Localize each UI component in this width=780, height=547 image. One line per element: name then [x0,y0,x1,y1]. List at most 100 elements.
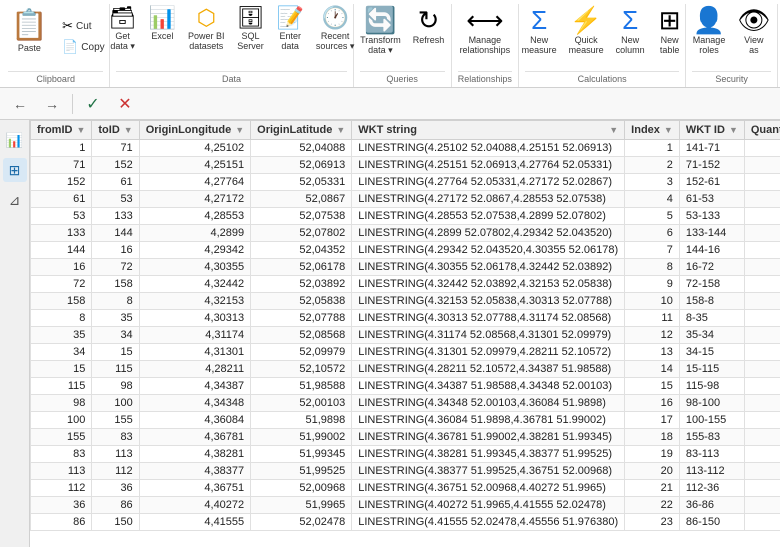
cell-originlatitude: 52,05331 [251,174,352,191]
cell-originlongitude: 4,32442 [139,276,250,293]
back-button[interactable]: ← [8,92,32,116]
cell-quantity: 13 [744,395,780,412]
new-table-button[interactable]: ⊞ Newtable [652,4,688,58]
table-row[interactable]: 1331444,289952,07802LINESTRING(4.2899 52… [31,225,780,242]
cell-toid: 133 [92,208,139,225]
col-lat-sort: ▼ [336,125,345,135]
cell-wktstring: LINESTRING(4.28553 52.07538,4.2899 52.07… [352,208,625,225]
col-toid[interactable]: toID▼ [92,121,139,140]
cell-quantity: 6 [744,361,780,378]
table-row[interactable]: 155834,3678151,99002LINESTRING(4.36781 5… [31,429,780,446]
cell-index: 15 [625,378,680,395]
table-row[interactable]: 151154,2821152,10572LINESTRING(4.28211 5… [31,361,780,378]
cell-wktid: 155-83 [679,429,744,446]
quick-measure-button[interactable]: ⚡ Quickmeasure [564,4,609,58]
table-row[interactable]: 1001554,3608451,9898LINESTRING(4.36084 5… [31,412,780,429]
app-body: 📊 ⊞ ⊿ fromID▼ toID▼ OriginLongitude▼ [0,120,780,547]
col-originlongitude[interactable]: OriginLongitude▼ [139,121,250,140]
sidebar-item-data[interactable]: ⊞ [3,158,27,182]
cell-fromid: 1 [31,140,92,157]
excel-button[interactable]: 📊 Excel [144,4,181,44]
cancel-button[interactable]: ✕ [113,92,137,116]
col-quantity[interactable]: Quantity▼ [744,121,780,140]
cell-wktstring: LINESTRING(4.31174 52.08568,4.31301 52.0… [352,327,625,344]
table-row[interactable]: 35344,3117452,08568LINESTRING(4.31174 52… [31,327,780,344]
cut-button[interactable]: ✂ Cut [58,16,109,36]
cell-originlatitude: 52,04352 [251,242,352,259]
cell-index: 8 [625,259,680,276]
col-wktid[interactable]: WKT ID▼ [679,121,744,140]
paste-button[interactable]: 📋 Paste [3,4,56,69]
sidebar-item-model[interactable]: ⊿ [3,188,27,212]
table-row[interactable]: 711524,2515152,06913LINESTRING(4.25151 5… [31,157,780,174]
sql-server-button[interactable]: 🗄 SQLServer [232,4,270,54]
table-row[interactable]: 1131124,3837751,99525LINESTRING(4.38377 … [31,463,780,480]
col-fromid-label: fromID [37,124,72,136]
table-row[interactable]: 16724,3035552,06178LINESTRING(4.30355 52… [31,259,780,276]
table-row[interactable]: 1714,2510252,04088LINESTRING(4.25102 52.… [31,140,780,157]
manage-roles-button[interactable]: 👤 Manageroles [688,4,731,58]
col-fromid[interactable]: fromID▼ [31,121,92,140]
cell-toid: 72 [92,259,139,276]
cell-originlatitude: 52,0867 [251,191,352,208]
col-originlatitude[interactable]: OriginLatitude▼ [251,121,352,140]
cell-toid: 144 [92,225,139,242]
table-row[interactable]: 8354,3031352,07788LINESTRING(4.30313 52.… [31,310,780,327]
enter-data-button[interactable]: 📝 Enterdata [272,4,309,54]
sidebar-item-report[interactable]: 📊 [3,128,27,152]
table-row[interactable]: 981004,3434852,00103LINESTRING(4.34348 5… [31,395,780,412]
col-index[interactable]: Index▼ [625,121,680,140]
table-row[interactable]: 115984,3438751,98588LINESTRING(4.34387 5… [31,378,780,395]
cell-index: 12 [625,327,680,344]
view-as-button[interactable]: 👁 Viewas [732,4,775,58]
table-row[interactable]: 831134,3828151,99345LINESTRING(4.38281 5… [31,446,780,463]
cell-fromid: 34 [31,344,92,361]
refresh-button[interactable]: ↻ Refresh [408,4,450,48]
cell-fromid: 100 [31,412,92,429]
col-wktstring[interactable]: WKT string▼ [352,121,625,140]
cell-toid: 35 [92,310,139,327]
table-row[interactable]: 861504,4155552,02478LINESTRING(4.41555 5… [31,514,780,531]
cell-quantity: 84 [744,378,780,395]
copy-button[interactable]: 📄 Copy [58,37,109,57]
cell-toid: 113 [92,446,139,463]
table-row[interactable]: 112364,3675152,00968LINESTRING(4.36751 5… [31,480,780,497]
cell-originlatitude: 52,04088 [251,140,352,157]
table-body: 1714,2510252,04088LINESTRING(4.25102 52.… [31,140,780,531]
cell-fromid: 16 [31,259,92,276]
new-column-button[interactable]: Σ Newcolumn [611,4,650,58]
transform-button[interactable]: 🔄 Transformdata ▾ [355,4,406,59]
cell-wktid: 83-113 [679,446,744,463]
get-data-button[interactable]: 🗃 Getdata ▾ [104,4,142,55]
cell-quantity: 57 [744,242,780,259]
cell-wktstring: LINESTRING(4.25151 52.06913,4.27764 52.0… [352,157,625,174]
power-bi-button[interactable]: ⬡ Power BIdatasets [183,4,230,54]
view-as-label: Viewas [744,35,763,55]
cell-fromid: 35 [31,327,92,344]
refresh-label: Refresh [413,35,445,45]
cell-wktid: 86-150 [679,514,744,531]
table-row[interactable]: 721584,3244252,03892LINESTRING(4.32442 5… [31,276,780,293]
table-row[interactable]: 15884,3215352,05838LINESTRING(4.32153 52… [31,293,780,310]
ribbon-group-data: 🗃 Getdata ▾ 📊 Excel ⬡ Power BIdatasets 🗄… [110,4,353,87]
table-row[interactable]: 531334,2855352,07538LINESTRING(4.28553 5… [31,208,780,225]
recent-sources-button[interactable]: 🕐 Recentsources ▾ [311,4,360,55]
cell-quantity: 44 [744,174,780,191]
table-row[interactable]: 34154,3130152,09979LINESTRING(4.31301 52… [31,344,780,361]
transform-label: Transformdata ▾ [360,35,401,56]
new-measure-button[interactable]: Σ Newmeasure [517,4,562,58]
cell-originlatitude: 52,09979 [251,344,352,361]
cell-wktid: 98-100 [679,395,744,412]
cell-wktid: 112-36 [679,480,744,497]
confirm-button[interactable]: ✓ [81,92,105,116]
cell-originlongitude: 4,38281 [139,446,250,463]
manage-relationships-button[interactable]: ⟷ Managerelationships [455,4,516,58]
table-row[interactable]: 36864,4027251,9965LINESTRING(4.40272 51.… [31,497,780,514]
relationships-items: ⟷ Managerelationships [455,4,516,69]
table-row[interactable]: 144164,2934252,04352LINESTRING(4.29342 5… [31,242,780,259]
table-row[interactable]: 152614,2776452,05331LINESTRING(4.27764 5… [31,174,780,191]
forward-button[interactable]: → [40,92,64,116]
new-measure-label: Newmeasure [522,35,557,55]
col-qty-label: Quantity [751,124,780,136]
table-row[interactable]: 61534,2717252,0867LINESTRING(4.27172 52.… [31,191,780,208]
